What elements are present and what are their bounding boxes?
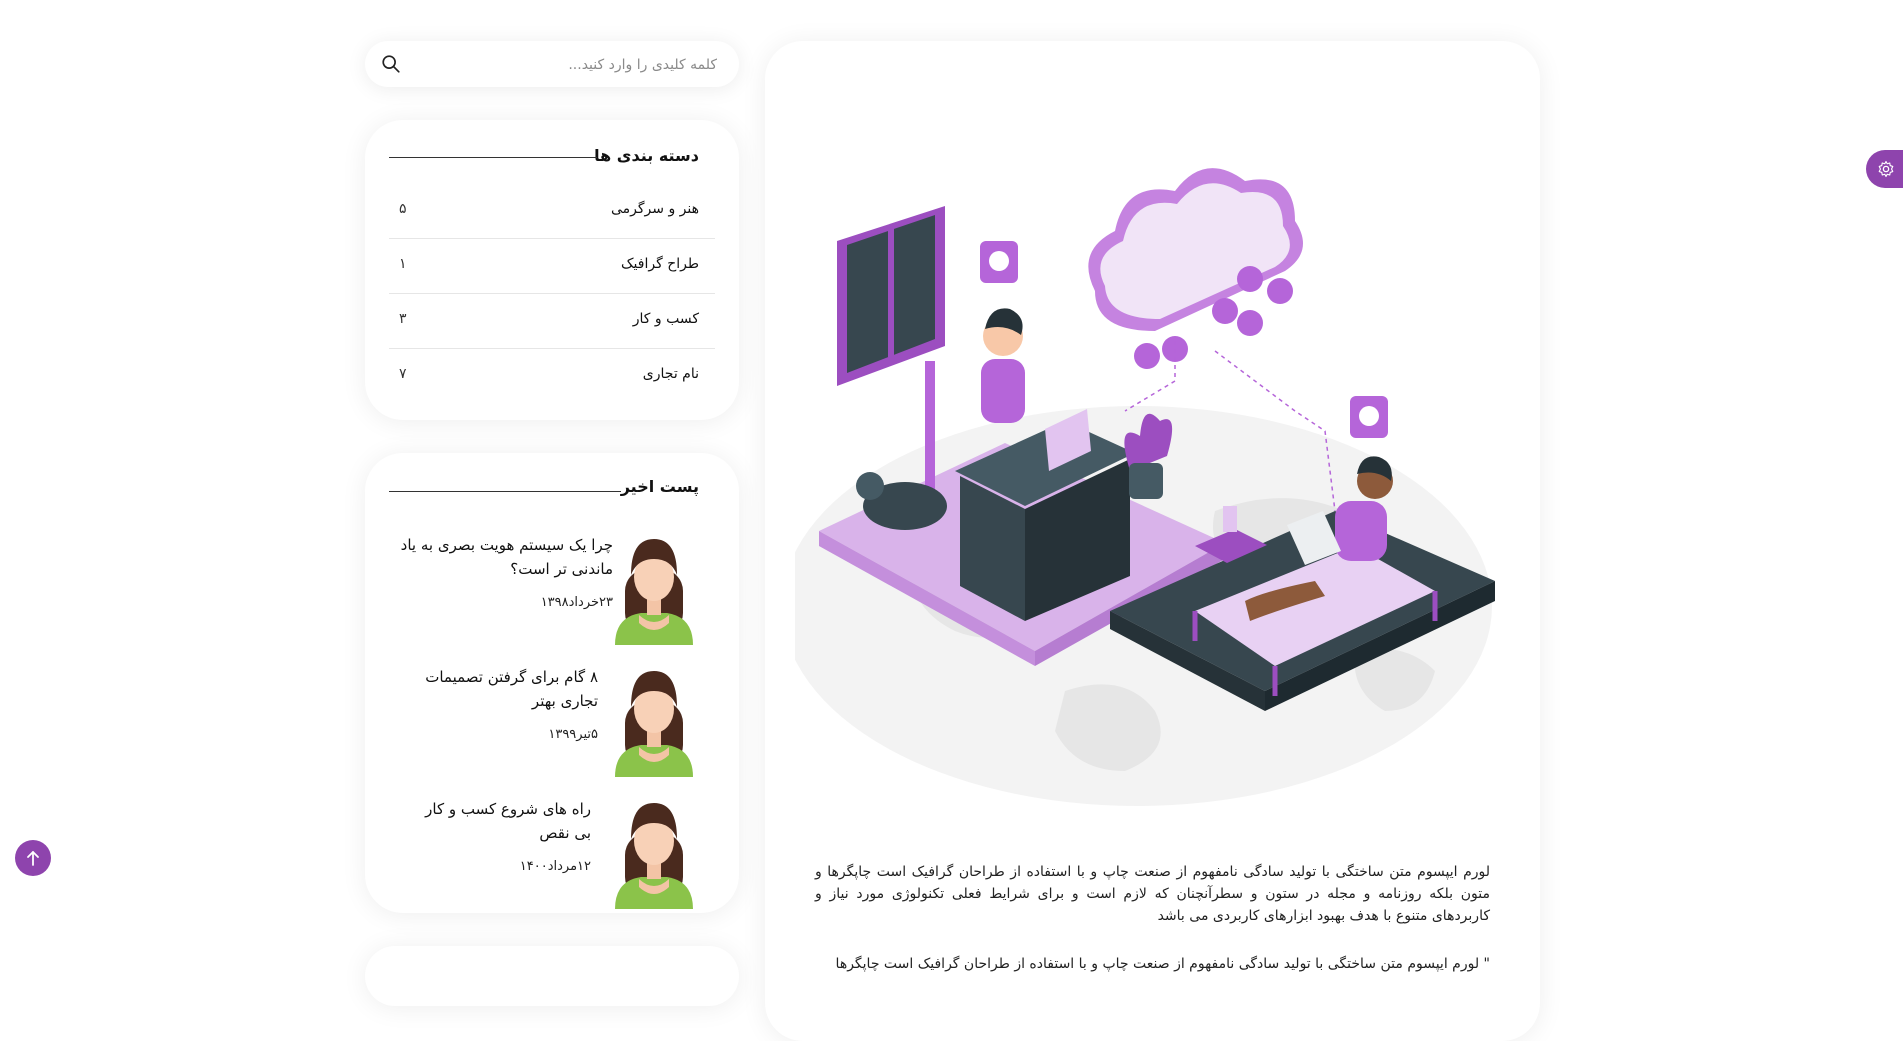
category-count: ۷ xyxy=(399,366,407,382)
recent-posts-title: پست اخیر xyxy=(620,477,699,496)
avatar xyxy=(615,671,693,777)
post-title[interactable]: ۸ گام برای گرفتن تصمیمات تجاری بهتر xyxy=(418,665,598,713)
post-title[interactable]: راه های شروع کسب و کار بی نقص xyxy=(411,797,591,845)
post-date: ۲۳خرداد۱۳۹۸ xyxy=(540,595,613,610)
categories-widget: دسته بندی ها هنر و سرگرمی ۵ طراح گرافیک … xyxy=(365,120,739,420)
post-date: ۵تیر۱۳۹۹ xyxy=(548,727,598,742)
search-icon[interactable] xyxy=(380,53,402,75)
categories-title: دسته بندی ها xyxy=(594,146,699,165)
category-name: کسب و کار xyxy=(632,311,699,327)
avatar xyxy=(615,539,693,645)
title-divider xyxy=(389,157,597,158)
category-item[interactable]: هنر و سرگرمی ۵ xyxy=(389,184,715,239)
post-title[interactable]: چرا یک سیستم هویت بصری به یاد ماندنی تر … xyxy=(393,533,613,581)
category-name: هنر و سرگرمی xyxy=(610,201,699,217)
category-item[interactable]: طراح گرافیک ۱ xyxy=(389,239,715,294)
recent-post-item[interactable]: چرا یک سیستم هویت بصری به یاد ماندنی تر … xyxy=(389,533,715,645)
post-date: ۱۲مرداد۱۴۰۰ xyxy=(519,859,591,874)
category-item[interactable]: نام تجاری ۷ xyxy=(389,349,715,403)
category-item[interactable]: کسب و کار ۳ xyxy=(389,294,715,349)
article-paragraph: لورم ایپسوم متن ساختگی با تولید سادگی نا… xyxy=(815,864,1490,924)
category-count: ۳ xyxy=(399,311,407,327)
search-box[interactable] xyxy=(365,41,739,89)
category-name: نام تجاری xyxy=(642,366,699,382)
article-card: لورم ایپسوم متن ساختگی با تولید سادگی نا… xyxy=(765,41,1540,1041)
sidebar-widget xyxy=(365,946,739,1006)
category-name: طراح گرافیک xyxy=(621,256,699,272)
hero-illustration xyxy=(795,168,1495,806)
category-count: ۱ xyxy=(399,256,407,272)
recent-post-item[interactable]: ۸ گام برای گرفتن تصمیمات تجاری بهتر ۵تیر… xyxy=(389,665,715,777)
gear-icon xyxy=(1878,160,1894,178)
article-paragraph: " لورم ایپسوم متن ساختگی با تولید سادگی … xyxy=(835,956,1490,972)
category-count: ۵ xyxy=(399,201,407,217)
settings-toggle-button[interactable] xyxy=(1866,150,1903,188)
recent-post-item[interactable]: راه های شروع کسب و کار بی نقص ۱۲مرداد۱۴۰… xyxy=(389,797,715,909)
avatar xyxy=(615,803,693,909)
title-divider xyxy=(389,491,621,492)
arrow-up-icon xyxy=(27,851,39,866)
recent-posts-widget: پست اخیر چرا یک سیستم هویت بصری به یاد م… xyxy=(365,453,739,913)
back-to-top-button[interactable] xyxy=(15,840,51,876)
search-input[interactable] xyxy=(415,41,719,89)
